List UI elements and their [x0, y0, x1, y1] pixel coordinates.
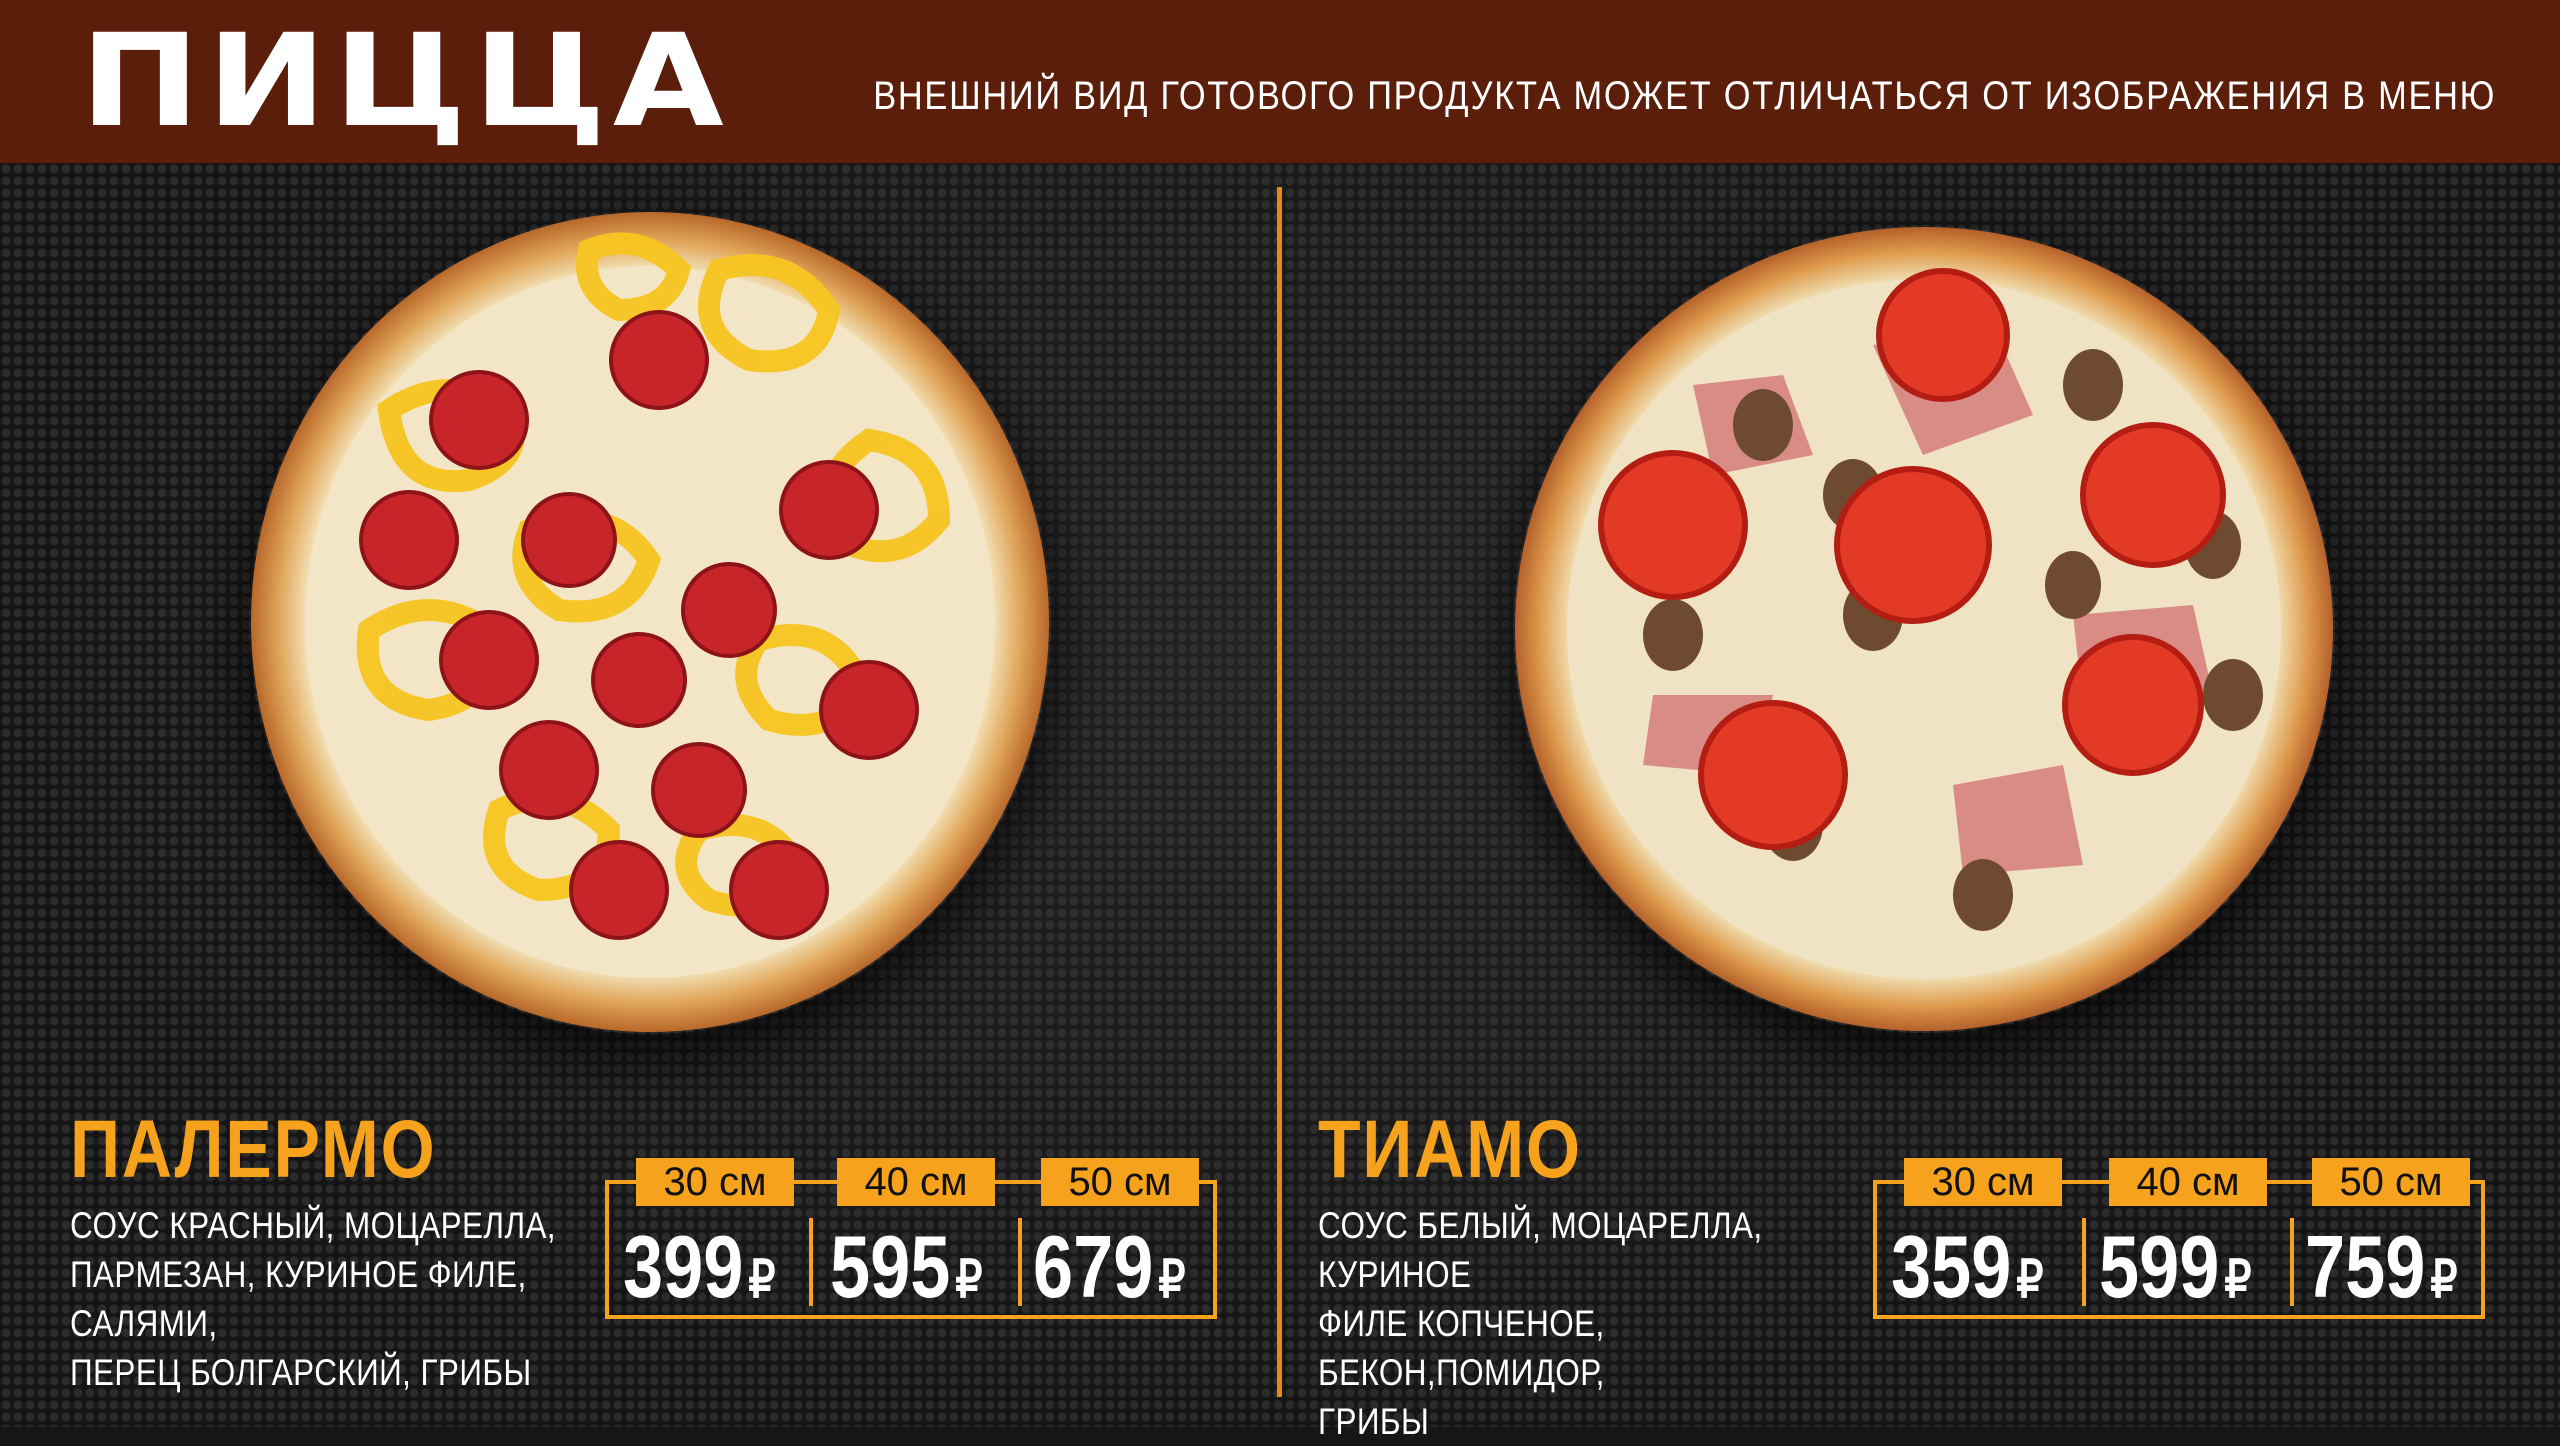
pizza-description-tiamo: СОУС БЕЛЫЙ, МОЦАРЕЛЛА, КУРИНОЕ ФИЛЕ КОПЧ… [1318, 1201, 1862, 1446]
ruble-icon: ₽ [2016, 1251, 2044, 1309]
price-value: 759 [2305, 1217, 2426, 1316]
size-tab-40: 40 см [2109, 1158, 2267, 1206]
price-30: 359₽ [1891, 1223, 2044, 1323]
description-line: ФИЛЕ КОПЧЕНОЕ, БЕКОН,ПОМИДОР, [1318, 1303, 1605, 1393]
price-value: 595 [830, 1217, 951, 1316]
description-line: СОУС БЕЛЫЙ, МОЦАРЕЛЛА, КУРИНОЕ [1318, 1205, 1763, 1295]
price-box-palermo: 30 см 40 см 50 см 399₽ 595₽ 679₽ [605, 1158, 1217, 1319]
description-line: ПЕРЕЦ БОЛГАРСКИЙ, ГРИБЫ [70, 1352, 532, 1393]
disclaimer-text: ВНЕШНИЙ ВИД ГОТОВОГО ПРОДУКТА МОЖЕТ ОТЛИ… [873, 74, 2496, 118]
size-tab-50: 50 см [2312, 1158, 2470, 1206]
price-value: 399 [623, 1217, 744, 1316]
price-box-tiamo: 30 см 40 см 50 см 359₽ 599₽ 759₽ [1873, 1158, 2485, 1319]
ruble-icon: ₽ [2224, 1251, 2252, 1309]
price-40: 595₽ [830, 1223, 983, 1323]
pizza-tiamo-image [1513, 225, 2335, 1033]
price-50: 759₽ [2305, 1223, 2458, 1323]
header-bar: ПИЦЦА ВНЕШНИЙ ВИД ГОТОВОГО ПРОДУКТА МОЖЕ… [0, 0, 2560, 163]
price-value: 679 [1033, 1217, 1154, 1316]
pizza-name-tiamo: ТИАМО [1318, 1104, 1582, 1195]
price-50: 679₽ [1033, 1223, 1186, 1323]
price-30: 399₽ [623, 1223, 776, 1323]
size-tab-30: 30 см [1904, 1158, 2062, 1206]
ruble-icon: ₽ [748, 1251, 776, 1309]
price-value: 599 [2099, 1217, 2220, 1316]
price-40: 599₽ [2099, 1223, 2252, 1323]
ruble-icon: ₽ [2430, 1251, 2458, 1309]
description-line: СОУС КРАСНЫЙ, МОЦАРЕЛЛА, [70, 1205, 557, 1246]
ruble-icon: ₽ [1158, 1251, 1186, 1309]
description-line: ПАРМЕЗАН, КУРИНОЕ ФИЛЕ, САЛЯМИ, [70, 1254, 527, 1344]
size-tab-40: 40 см [837, 1158, 995, 1206]
center-divider [1277, 187, 1282, 1397]
price-separator [1018, 1218, 1022, 1306]
size-tab-30: 30 см [636, 1158, 794, 1206]
price-separator [809, 1218, 813, 1306]
description-line: ГРИБЫ [1318, 1401, 1430, 1442]
ruble-icon: ₽ [955, 1251, 983, 1309]
size-tab-50: 50 см [1041, 1158, 1199, 1206]
price-separator [2082, 1218, 2086, 1306]
pizza-description-palermo: СОУС КРАСНЫЙ, МОЦАРЕЛЛА, ПАРМЕЗАН, КУРИН… [70, 1201, 614, 1397]
page-title: ПИЦЦА [80, 7, 731, 156]
pizza-palermo-image [249, 210, 1051, 1034]
pizza-name-palermo: ПАЛЕРМО [70, 1104, 437, 1195]
price-value: 359 [1891, 1217, 2012, 1316]
price-separator [2290, 1218, 2294, 1306]
